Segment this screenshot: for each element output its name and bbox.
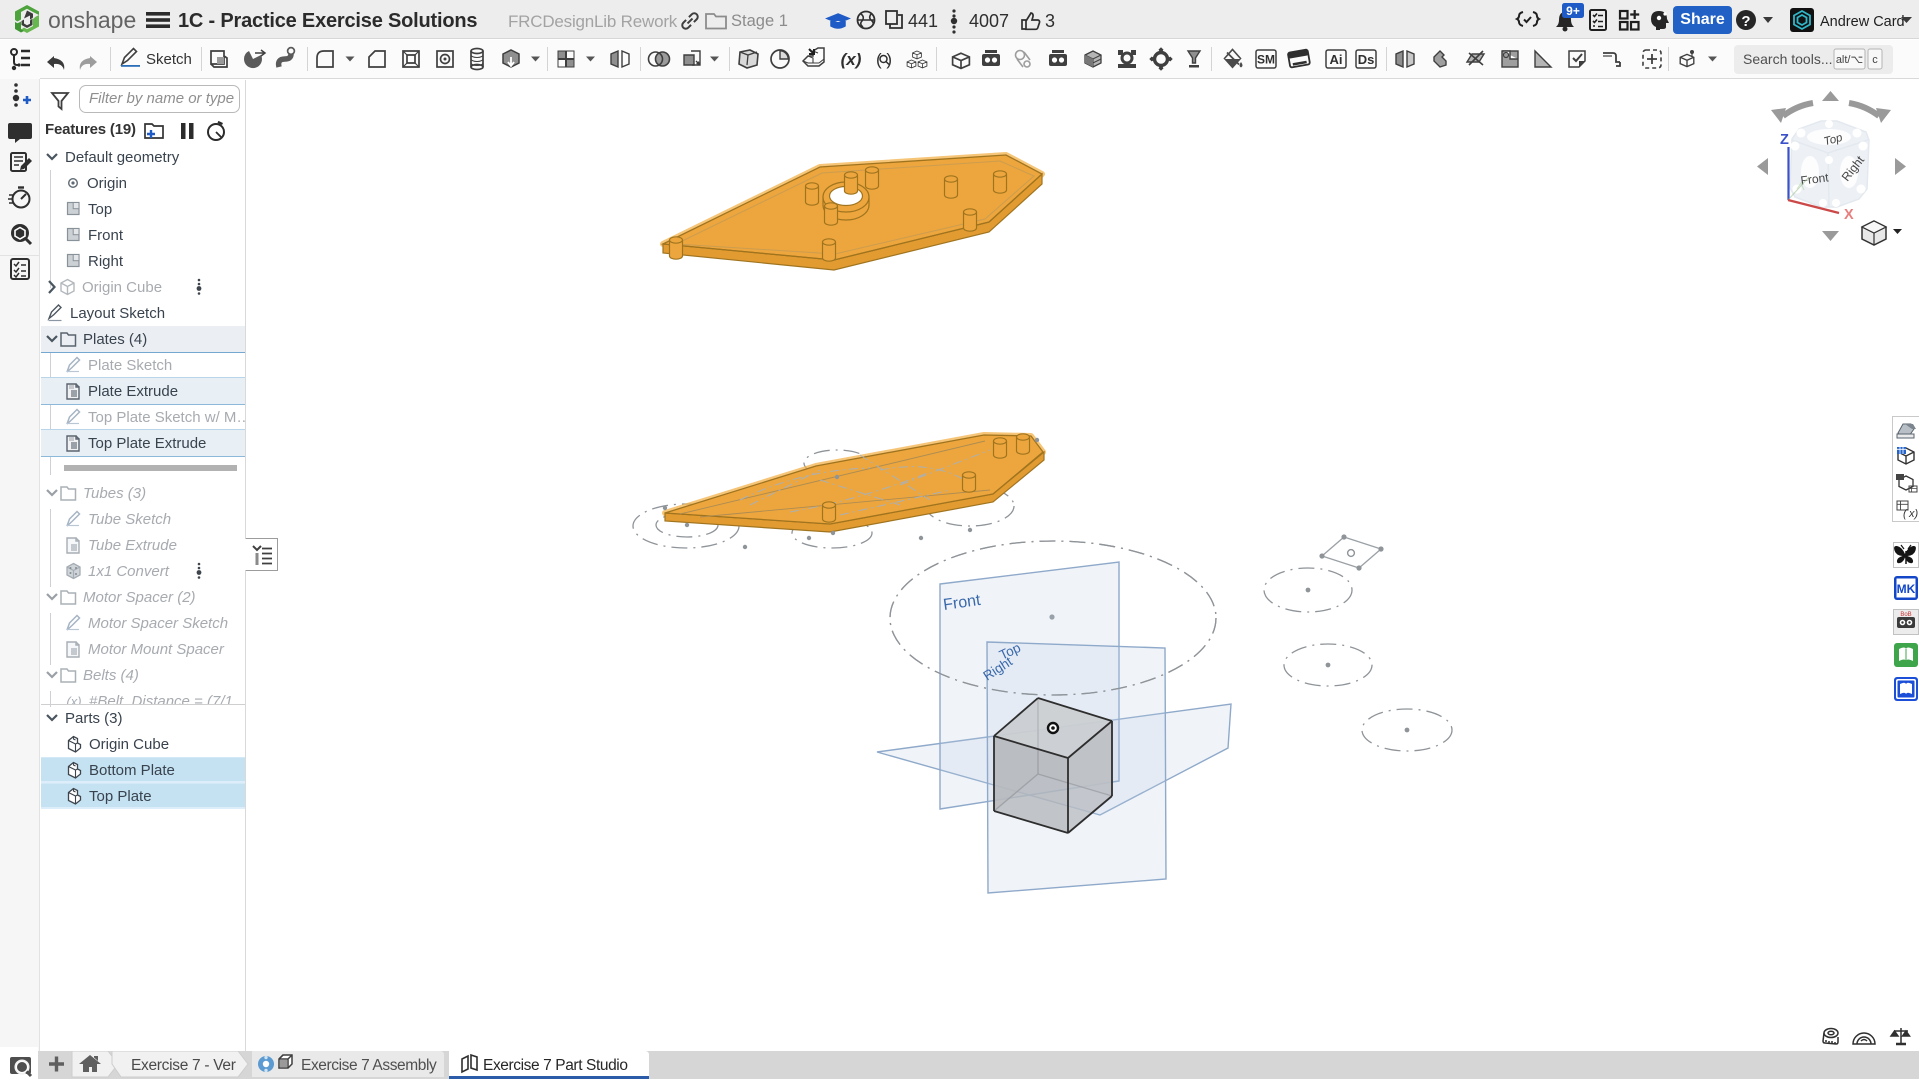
svg-text:(x): (x) bbox=[841, 50, 862, 69]
svg-text:4007: 4007 bbox=[969, 11, 1009, 31]
svg-text:Z: Z bbox=[1780, 132, 1789, 148]
svg-text:x): x) bbox=[1908, 508, 1919, 520]
svg-text:SM: SM bbox=[1257, 53, 1275, 67]
svg-text:9+: 9+ bbox=[1566, 4, 1580, 18]
svg-text:Andrew Card: Andrew Card bbox=[1820, 14, 1905, 30]
svg-text:c: c bbox=[1872, 54, 1878, 66]
svg-text:Ai: Ai bbox=[1330, 52, 1343, 67]
svg-text:1C - Practice Exercise Solutio: 1C - Practice Exercise Solutions bbox=[178, 10, 477, 32]
svg-text:( ): ( ) bbox=[876, 50, 892, 69]
svg-text:441: 441 bbox=[908, 11, 938, 31]
svg-text:BoB: BoB bbox=[1900, 612, 1911, 618]
svg-text:Stage 1: Stage 1 bbox=[731, 12, 788, 30]
svg-text:?: ? bbox=[1741, 13, 1750, 30]
svg-text:(x): (x) bbox=[66, 694, 81, 704]
svg-text:X: X bbox=[1844, 207, 1854, 223]
svg-text:FRCDesignLib Rework: FRCDesignLib Rework bbox=[508, 12, 678, 31]
svg-text:Exercise 7 - Ver: Exercise 7 - Ver bbox=[131, 1057, 236, 1074]
svg-text:Exercise 7 Assembly: Exercise 7 Assembly bbox=[301, 1057, 437, 1074]
svg-text:MK: MK bbox=[1897, 582, 1916, 596]
svg-text:onshape: onshape bbox=[48, 7, 136, 33]
svg-text:alt/⌥: alt/⌥ bbox=[1836, 54, 1863, 66]
svg-text:Search tools...: Search tools... bbox=[1743, 51, 1833, 67]
svg-text:Sketch: Sketch bbox=[146, 51, 192, 68]
svg-text:3: 3 bbox=[1045, 11, 1055, 31]
svg-text:Exercise 7 Part Studio: Exercise 7 Part Studio bbox=[483, 1057, 628, 1074]
svg-text:Ds: Ds bbox=[1358, 52, 1375, 67]
